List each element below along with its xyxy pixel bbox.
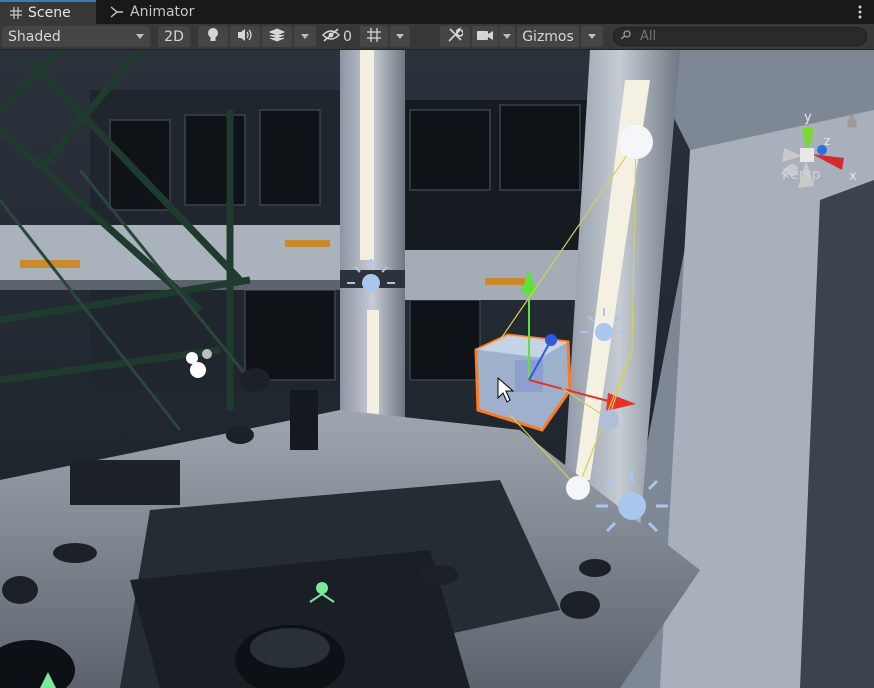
- chevron-down-icon: [396, 34, 404, 39]
- 2d-mode-toggle[interactable]: 2D: [158, 26, 190, 47]
- x-axis-label: x: [849, 169, 857, 184]
- tab-animator-label: Animator: [130, 4, 195, 20]
- search-field[interactable]: [613, 27, 867, 46]
- scene-render: [0, 50, 874, 688]
- hidden-count: 0: [343, 28, 352, 45]
- z-axis-label: z: [824, 134, 830, 148]
- grid-snap-icon: [366, 27, 382, 47]
- gizmos-button[interactable]: Gizmos: [517, 26, 579, 47]
- projection-toggle[interactable]: Persp: [780, 167, 821, 183]
- animator-icon: [110, 6, 124, 18]
- camera-icon: [476, 29, 494, 45]
- effects-toggle[interactable]: [262, 26, 292, 47]
- effects-dropdown[interactable]: [294, 26, 316, 47]
- search-input[interactable]: [638, 28, 842, 45]
- speaker-icon: [237, 28, 253, 46]
- wrench-icon: [447, 26, 464, 47]
- tab-animator[interactable]: Animator: [100, 0, 204, 24]
- chevron-down-icon: [588, 34, 596, 39]
- orientation-gizmo[interactable]: y z x: [772, 110, 868, 200]
- search-icon: [620, 29, 632, 44]
- scene-visibility-toggle[interactable]: 0: [318, 26, 356, 47]
- y-axis-label: y: [804, 110, 812, 125]
- chevron-down-icon: [503, 34, 511, 39]
- chevron-down-icon: [301, 34, 309, 39]
- camera-dropdown[interactable]: [499, 26, 515, 47]
- grid-icon: [10, 7, 22, 19]
- grid-dropdown[interactable]: [390, 26, 410, 47]
- tab-scene[interactable]: Scene: [0, 0, 96, 24]
- shading-mode-label: Shaded: [8, 28, 61, 45]
- lock-icon[interactable]: [847, 114, 857, 128]
- lighting-toggle[interactable]: [198, 26, 228, 47]
- gizmos-label: Gizmos: [522, 28, 574, 45]
- tab-bar: Scene Animator: [0, 0, 874, 25]
- more-options-icon[interactable]: [856, 3, 864, 21]
- 2d-mode-label: 2D: [164, 28, 184, 45]
- shading-mode-dropdown[interactable]: Shaded: [2, 26, 150, 47]
- chevron-down-icon: [136, 34, 144, 39]
- grid-toggle[interactable]: [360, 26, 388, 47]
- audio-toggle[interactable]: [230, 26, 260, 47]
- scene-viewport[interactable]: y z x Persp: [0, 50, 874, 688]
- layers-icon: [268, 27, 286, 46]
- neg-x-axis-cone[interactable]: [782, 148, 802, 162]
- lightbulb-icon: [206, 27, 220, 47]
- camera-toggle[interactable]: [472, 26, 498, 47]
- tools-toggle[interactable]: [440, 26, 470, 47]
- scene-toolbar: Shaded 2D 0 Gizmos All: [0, 24, 874, 50]
- gizmos-dropdown[interactable]: [581, 26, 603, 47]
- eye-hidden-icon: [322, 27, 341, 46]
- tab-scene-label: Scene: [28, 5, 71, 21]
